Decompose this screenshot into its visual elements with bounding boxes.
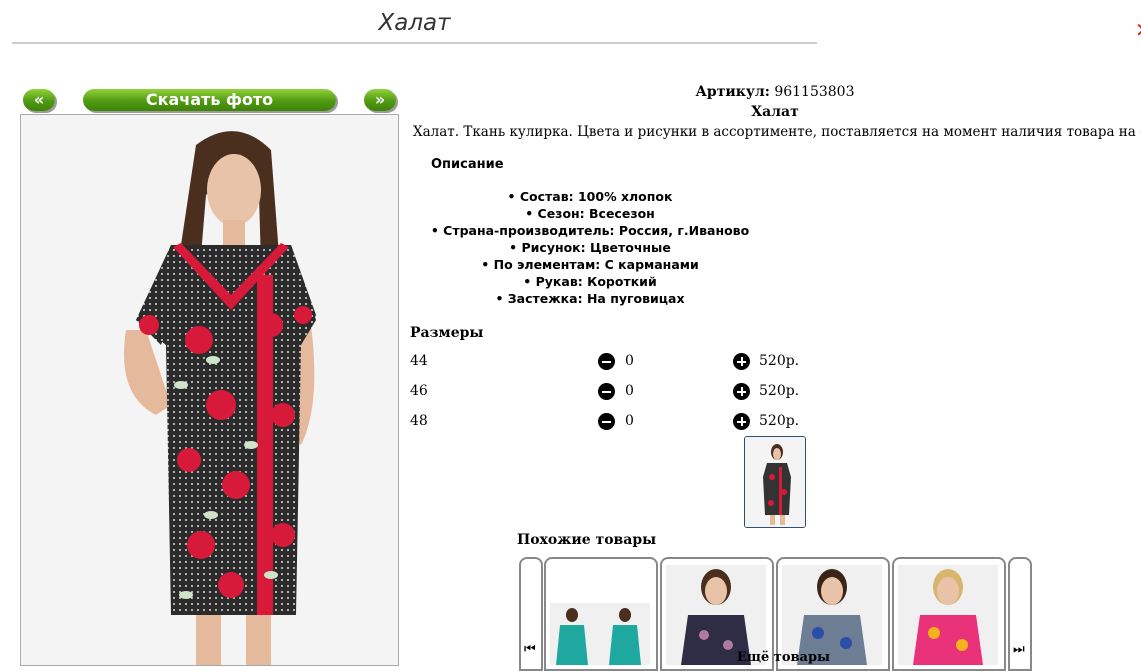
product-thumbnail[interactable] [744,436,806,528]
similar-products-heading: Похожие товары [517,532,657,548]
property-item: Застежка: На пуговицах [420,290,760,307]
prev-photo-button[interactable]: « [23,89,55,111]
size-row: 44 0 520р. [410,350,810,374]
minus-icon[interactable] [598,383,615,400]
product-properties: Состав: 100% хлопок Сезон: Всесезон Стра… [420,188,760,307]
quantity-value: 0 [625,413,634,429]
property-item: Сезон: Всесезон [420,205,760,222]
plus-icon[interactable] [733,383,750,400]
skip-back-icon: ⏮ [524,642,536,657]
size-price: 520р. [759,383,800,399]
property-item: Рукав: Короткий [420,273,760,290]
download-photo-button[interactable]: Скачать фото [83,89,336,111]
size-label: 46 [410,383,428,399]
carousel-prev-button[interactable]: ⏮ [519,557,543,671]
close-icon[interactable]: ✕ [1135,18,1141,42]
property-item: Страна-производитель: Россия, г.Иваново [420,222,760,239]
skip-forward-icon: ⏭ [1013,642,1025,657]
size-price: 520р. [759,413,800,429]
product-name: Халат [751,104,799,120]
article-line: Артикул: 961153803 [410,84,1140,100]
page-title: Халат [378,10,451,36]
property-item: Состав: 100% хлопок [420,188,760,205]
quantity-value: 0 [625,383,634,399]
minus-icon[interactable] [598,413,615,430]
plus-icon[interactable] [733,413,750,430]
carousel-next-button[interactable]: ⏭ [1008,557,1032,671]
size-row: 46 0 520р. [410,380,810,404]
quantity-value: 0 [625,353,634,369]
size-label: 48 [410,413,428,429]
property-item: По элементам: С карманами [420,256,760,273]
similar-product-card[interactable] [892,557,1006,671]
size-label: 44 [410,353,428,369]
dress-photo-illustration [21,115,398,665]
property-item: Рисунок: Цветочные [420,239,760,256]
product-description: Халат. Ткань кулирка. Цвета и рисунки в … [413,124,1141,140]
article-label: Артикул: [695,84,770,100]
description-heading: Описание [431,157,504,172]
plus-icon[interactable] [733,353,750,370]
title-divider [12,42,817,44]
size-price: 520р. [759,353,800,369]
minus-icon[interactable] [598,353,615,370]
similar-product-card[interactable] [544,557,658,671]
next-photo-button[interactable]: » [364,89,396,111]
main-product-photo[interactable] [20,114,399,666]
article-value: 961153803 [774,84,855,100]
sizes-heading: Размеры [410,325,484,341]
size-row: 48 0 520р. [410,410,810,434]
